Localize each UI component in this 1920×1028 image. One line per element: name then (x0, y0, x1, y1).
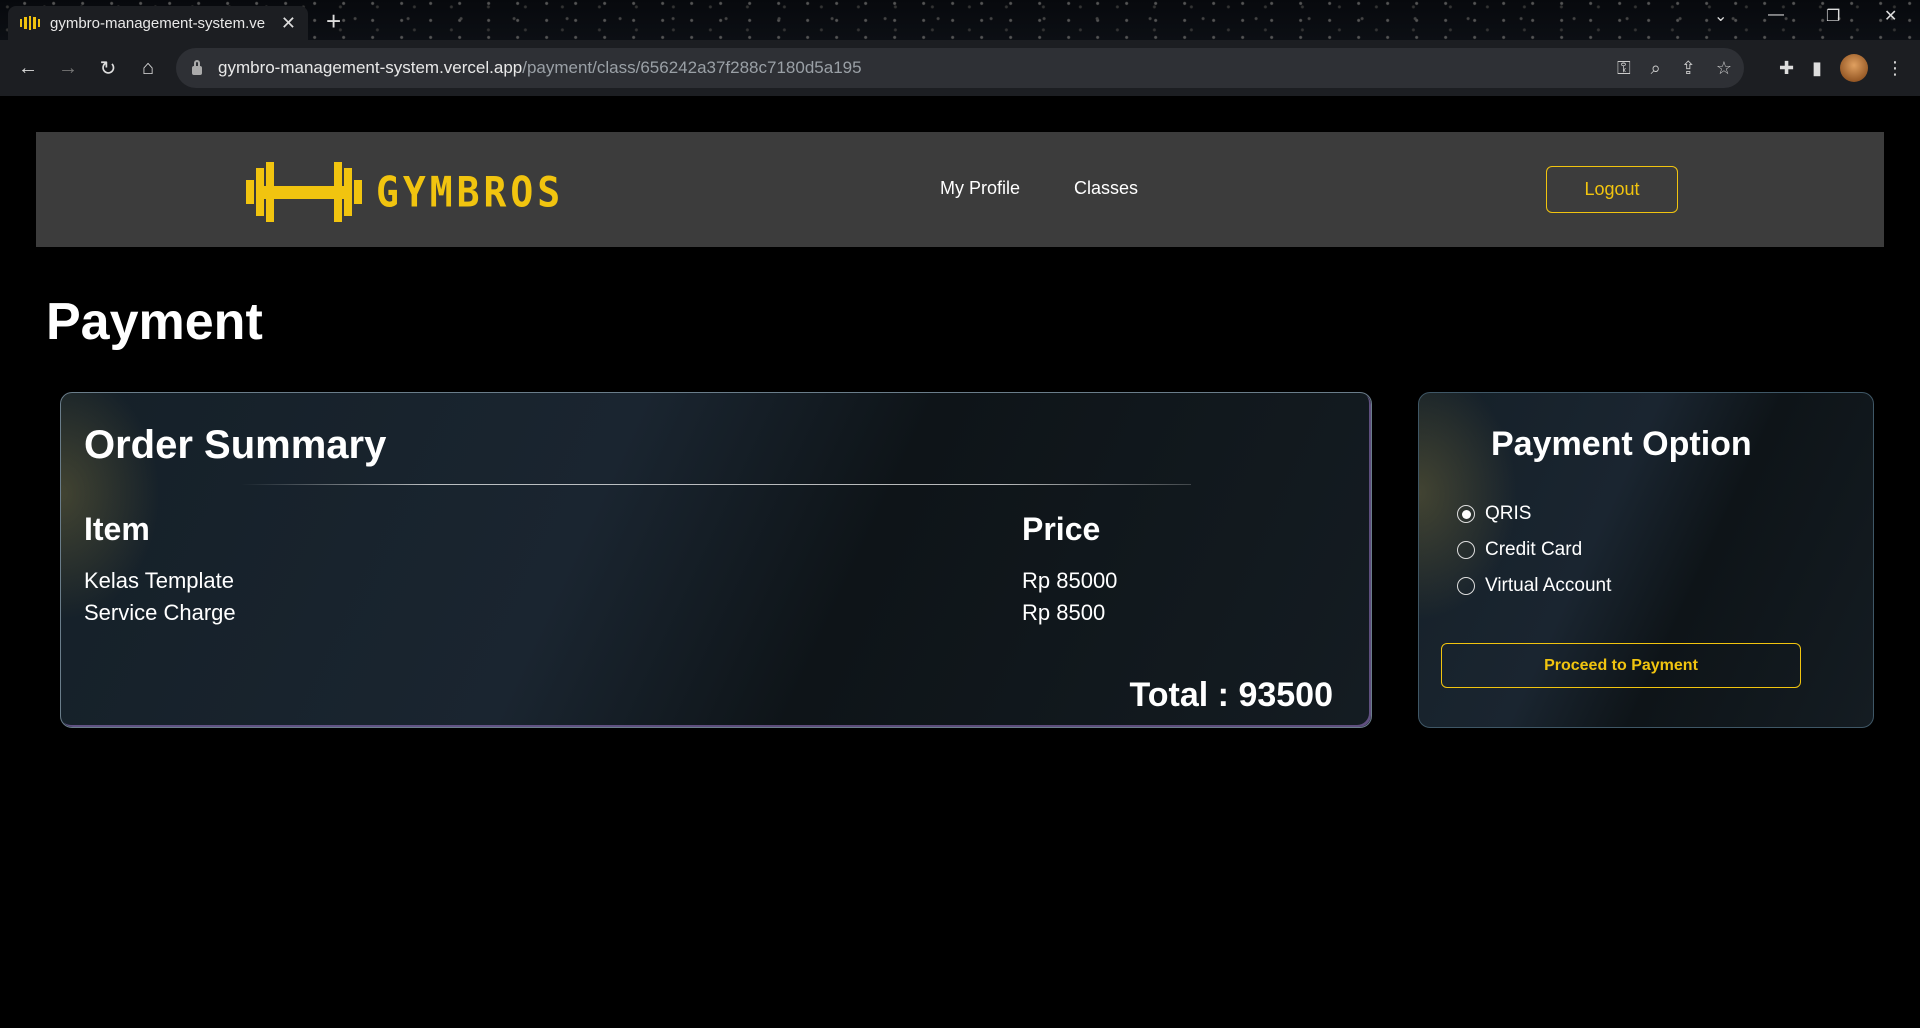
browser-tab-bar: gymbro-management-system.ve ✕ + ⌄ — ❐ ✕ (0, 0, 1920, 40)
close-window-icon[interactable]: ✕ (1884, 6, 1897, 26)
share-icon[interactable]: ⇪ (1681, 58, 1696, 79)
payment-option-card: Payment Option QRIS Credit Card Virtual … (1418, 392, 1874, 728)
site-header: GYMBROS My Profile Classes Logout (36, 132, 1884, 247)
logout-button[interactable]: Logout (1546, 166, 1678, 213)
option-label: QRIS (1485, 503, 1532, 524)
tab-search-icon[interactable]: ⌄ (1714, 6, 1727, 26)
restore-icon[interactable]: ❐ (1826, 6, 1840, 26)
browser-tab[interactable]: gymbro-management-system.ve ✕ (8, 6, 308, 40)
item-name: Kelas Template (84, 568, 235, 593)
home-icon[interactable]: ⌂ (128, 48, 168, 88)
payment-option-credit-card[interactable]: Credit Card (1457, 539, 1582, 561)
url-path: /payment/class/656242a37f288c7180d5a195 (522, 58, 862, 77)
browser-toolbar: ← → ↻ ⌂ gymbro-management-system.vercel.… (0, 40, 1920, 96)
url-host: gymbro-management-system.vercel.app (218, 58, 523, 77)
radio-button[interactable] (1457, 577, 1475, 595)
gymbros-favicon-icon (20, 16, 41, 30)
side-panel-icon[interactable]: ▮ (1812, 58, 1822, 79)
item-column-header: Item (84, 511, 150, 547)
gymbros-logo[interactable]: GYMBROS (246, 162, 564, 222)
tab-close-icon[interactable]: ✕ (281, 13, 296, 34)
item-name: Service Charge (84, 600, 236, 625)
back-icon[interactable]: ← (8, 48, 48, 88)
radio-button[interactable] (1457, 505, 1475, 523)
nav-classes[interactable]: Classes (1074, 178, 1138, 199)
main-nav: My Profile Classes (940, 178, 1138, 199)
menu-icon[interactable]: ⋮ (1886, 58, 1904, 79)
dumbbell-icon (246, 162, 362, 222)
order-summary-title: Order Summary (84, 423, 387, 467)
nav-my-profile[interactable]: My Profile (940, 178, 1020, 199)
address-bar[interactable]: gymbro-management-system.vercel.app/paym… (176, 48, 1744, 88)
logo-text: GYMBROS (376, 167, 565, 217)
radio-button[interactable] (1457, 541, 1475, 559)
zoom-icon[interactable]: ⌕ (1651, 58, 1661, 79)
minimize-icon[interactable]: — (1768, 6, 1784, 24)
item-price: Rp 8500 (1022, 600, 1106, 625)
tab-title: gymbro-management-system.ve (50, 14, 266, 32)
new-tab-icon[interactable]: + (326, 6, 341, 37)
page-title: Payment (46, 293, 263, 351)
payment-option-title: Payment Option (1491, 425, 1752, 463)
option-label: Virtual Account (1485, 575, 1612, 596)
key-icon[interactable]: ⚿ (1617, 58, 1631, 79)
payment-option-qris[interactable]: QRIS (1457, 503, 1531, 525)
forward-icon[interactable]: → (48, 48, 88, 88)
option-label: Credit Card (1485, 539, 1583, 560)
extensions-icon[interactable]: ✚ (1779, 58, 1794, 79)
order-summary-card: Order Summary Item Price Kelas Template … (60, 392, 1372, 728)
order-total: Total : 93500 (1129, 676, 1333, 714)
divider (241, 484, 1191, 485)
proceed-to-payment-button[interactable]: Proceed to Payment (1441, 643, 1801, 688)
bookmark-star-icon[interactable]: ☆ (1716, 58, 1732, 79)
reload-icon[interactable]: ↻ (88, 48, 128, 88)
profile-avatar[interactable] (1840, 54, 1868, 82)
price-column-header: Price (1022, 511, 1101, 547)
lock-icon[interactable] (192, 59, 202, 75)
payment-option-virtual-account[interactable]: Virtual Account (1457, 575, 1611, 597)
item-price: Rp 85000 (1022, 568, 1118, 593)
